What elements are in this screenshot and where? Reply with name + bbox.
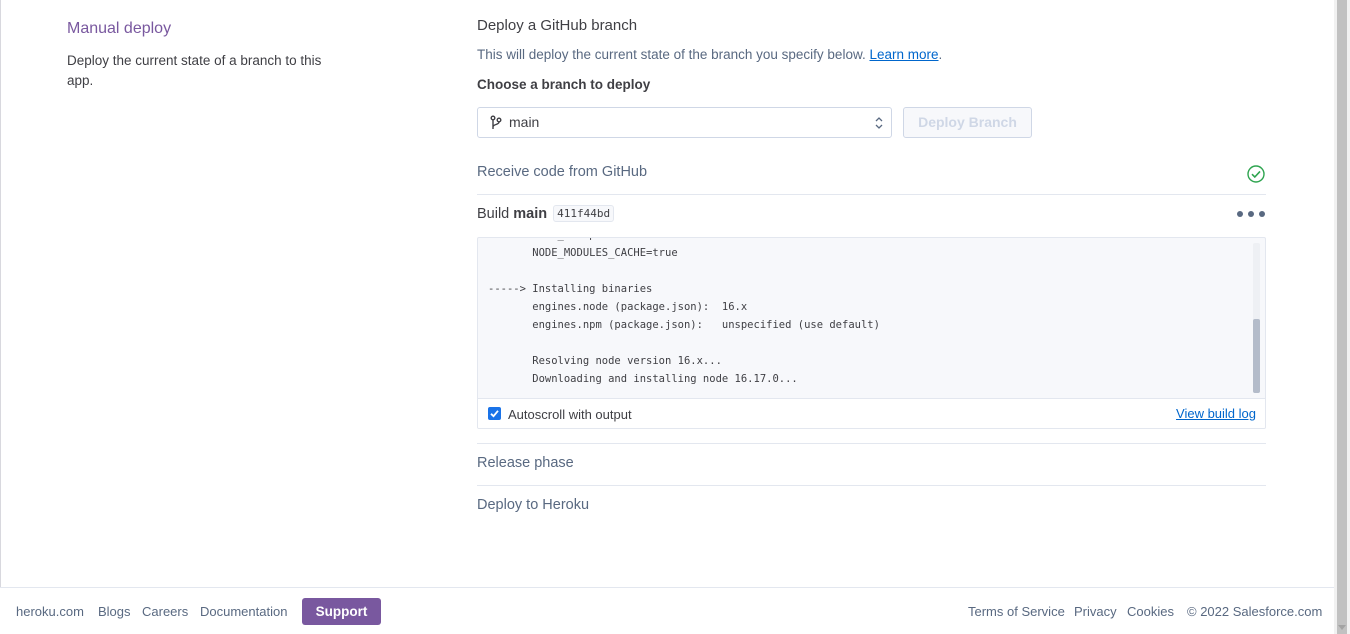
build-commit-hash: 411f44bd	[553, 205, 615, 222]
github-deploy-title: Deploy a GitHub branch	[477, 17, 638, 34]
footer-link-heroku[interactable]: heroku.com	[16, 604, 84, 619]
checkbox-checked-icon[interactable]	[488, 407, 501, 420]
page-scrollbar[interactable]	[1334, 0, 1350, 634]
divider	[477, 194, 1266, 195]
build-log[interactable]: NODE_ENV=production NODE_MODULES_CACHE=t…	[477, 237, 1266, 429]
check-circle-icon	[1247, 165, 1265, 183]
footer-link-cookies[interactable]: Cookies	[1127, 604, 1174, 619]
step-deploy-to-heroku: Deploy to Heroku	[477, 497, 590, 513]
deploy-branch-button[interactable]: Deploy Branch	[903, 107, 1032, 138]
step-release-phase: Release phase	[477, 455, 574, 471]
branch-icon	[490, 115, 502, 129]
choose-branch-label: Choose a branch to deploy	[477, 77, 651, 92]
build-branch: main	[513, 206, 548, 222]
autoscroll-label: Autoscroll with output	[508, 407, 632, 422]
description-period: .	[938, 47, 943, 62]
manual-deploy-description: Deploy the current state of a branch to …	[67, 53, 322, 88]
footer-link-blogs[interactable]: Blogs	[98, 604, 131, 619]
step-receive-code: Receive code from GitHub	[477, 164, 648, 180]
footer-link-documentation[interactable]: Documentation	[200, 604, 287, 619]
divider	[477, 485, 1266, 486]
step-build: Build main 411f44bd	[477, 205, 615, 222]
learn-more-link[interactable]: Learn more	[869, 47, 938, 62]
footer-link-privacy[interactable]: Privacy	[1074, 604, 1117, 619]
build-log-scrollbar[interactable]	[1253, 243, 1260, 393]
more-dots-icon[interactable]	[1236, 209, 1266, 219]
manual-deploy-title: Manual deploy	[67, 20, 172, 37]
build-prefix: Build	[477, 206, 510, 222]
footer-link-careers[interactable]: Careers	[142, 604, 188, 619]
github-deploy-description: This will deploy the current state of th…	[477, 47, 942, 62]
build-log-output: NODE_ENV=production NODE_MODULES_CACHE=t…	[488, 238, 880, 385]
branch-select-value: main	[509, 114, 540, 130]
footer-copyright: © 2022 Salesforce.com	[1187, 604, 1323, 619]
scroll-down-arrow-icon[interactable]	[1338, 625, 1346, 630]
left-border	[0, 0, 1, 588]
build-log-scroll-thumb[interactable]	[1253, 319, 1260, 393]
view-build-log-link[interactable]: View build log	[1176, 406, 1256, 421]
build-log-footer: Autoscroll with output View build log	[478, 398, 1265, 428]
page-scroll-thumb[interactable]	[1337, 0, 1347, 634]
footer-link-terms[interactable]: Terms of Service	[968, 604, 1065, 619]
select-arrows-icon	[875, 117, 883, 129]
page-footer: heroku.com Blogs Careers Documentation S…	[0, 587, 1334, 634]
divider	[477, 443, 1266, 444]
branch-select[interactable]: main	[477, 107, 892, 138]
support-button[interactable]: Support	[302, 598, 381, 625]
github-deploy-description-text: This will deploy the current state of th…	[477, 47, 866, 62]
